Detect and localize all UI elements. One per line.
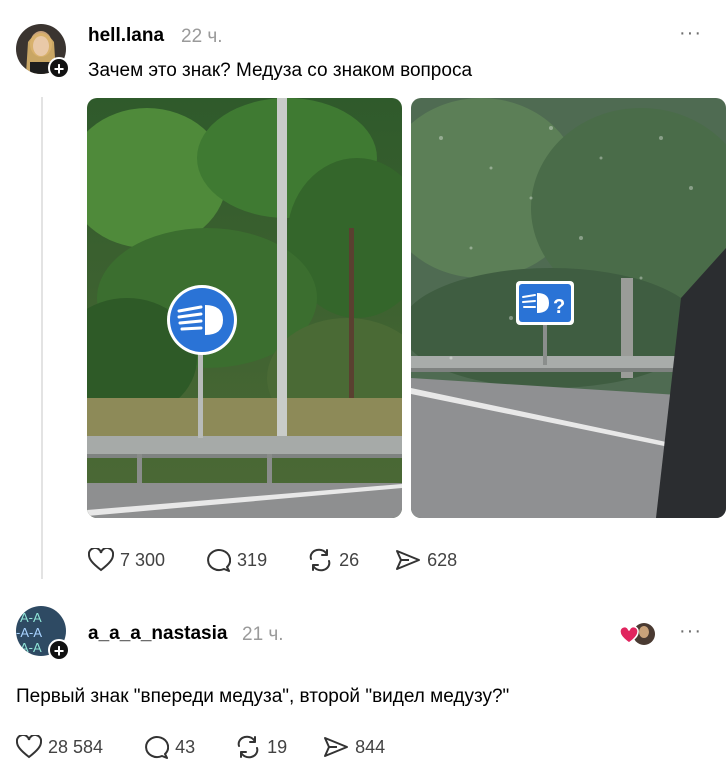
post-time: 22 ч. xyxy=(181,26,223,47)
share-count: 628 xyxy=(427,549,458,570)
svg-text:?: ? xyxy=(553,296,565,318)
reply-time: 21 ч. xyxy=(242,624,284,645)
reply-share-count: 844 xyxy=(355,736,386,757)
reply-more-options-icon[interactable]: ··· xyxy=(679,620,702,643)
reply-like-count: 28 584 xyxy=(48,736,104,757)
svg-text:-A-A: -A-A xyxy=(16,625,42,640)
comment-button[interactable]: 319 xyxy=(205,548,267,572)
reply-repost-button[interactable]: 19 xyxy=(235,735,287,759)
post-username[interactable]: hell.lana xyxy=(88,25,164,47)
send-icon xyxy=(395,548,421,572)
post-image-2[interactable]: ? xyxy=(411,98,726,518)
comment-icon xyxy=(205,548,232,572)
post-actions: 7 300 319 26 628 xyxy=(88,548,457,572)
reply-text: Первый знак "впереди медуза", второй "ви… xyxy=(16,686,510,707)
heart-icon xyxy=(16,735,42,759)
comment-count: 319 xyxy=(237,549,268,570)
svg-text:A-A: A-A xyxy=(20,610,42,625)
heart-icon xyxy=(88,548,114,572)
send-icon xyxy=(323,735,349,759)
share-button[interactable]: 628 xyxy=(395,548,457,572)
follow-plus-icon[interactable]: + xyxy=(48,57,70,79)
reply-actions: 28 584 43 19 844 xyxy=(16,735,385,759)
liked-by-author-badge xyxy=(619,621,657,652)
post-more-options-icon[interactable]: ··· xyxy=(679,22,702,45)
repost-icon xyxy=(235,735,261,759)
reply-comment-button[interactable]: 43 xyxy=(143,735,195,759)
reply-like-button[interactable]: 28 584 xyxy=(16,735,103,759)
repost-button[interactable]: 26 xyxy=(307,548,359,572)
like-button[interactable]: 7 300 xyxy=(88,548,165,572)
reply-follow-plus-icon[interactable]: + xyxy=(48,639,70,661)
post-text: Зачем это знак? Медуза со знаком вопроса xyxy=(88,60,473,81)
reply-username[interactable]: a_a_a_nastasia xyxy=(88,623,227,645)
post-image-1[interactable] xyxy=(87,98,402,518)
reply-repost-count: 19 xyxy=(267,736,288,757)
comment-icon xyxy=(143,735,170,759)
repost-count: 26 xyxy=(339,549,360,570)
svg-text:A-A: A-A xyxy=(20,640,42,655)
reply-comment-count: 43 xyxy=(175,736,196,757)
repost-icon xyxy=(307,548,333,572)
reply-share-button[interactable]: 844 xyxy=(323,735,385,759)
like-count: 7 300 xyxy=(120,549,166,570)
thread-line xyxy=(41,97,43,579)
